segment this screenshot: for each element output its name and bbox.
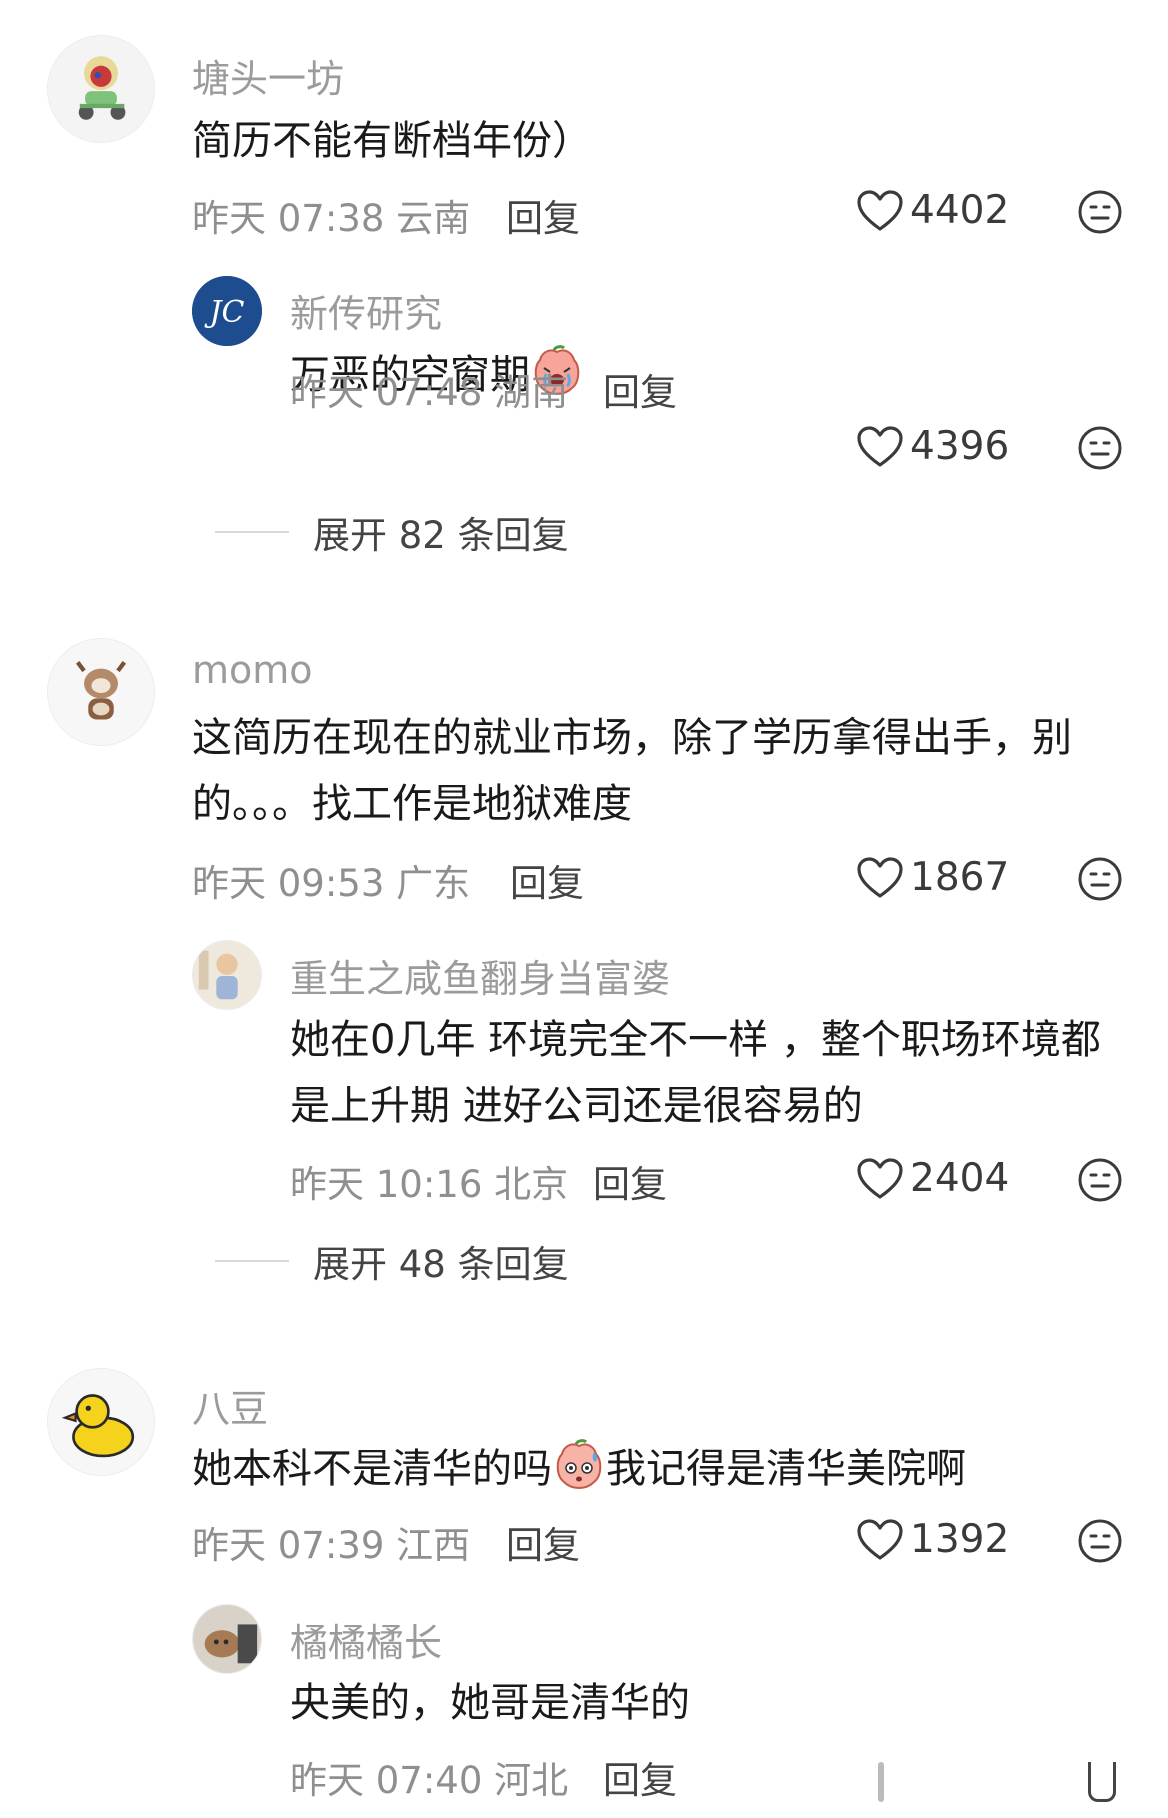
expand-replies-button[interactable]: 展开 82 条回复 [215,505,569,559]
comment-text: 她本科不是清华的吗 我记得是清华美院啊 [192,1436,1132,1502]
username[interactable]: 重生之咸鱼翻身当富婆 [290,948,670,1003]
like-button[interactable]: 1392 [856,1517,1009,1562]
comment-meta: 昨天 07:40 河北 [290,1750,568,1804]
heart-outline-icon [857,425,903,467]
scooter-avatar-icon [48,36,154,142]
comment-meta: 昨天 07:38 云南 [192,188,470,242]
sweating-peach-emoji-icon [556,1439,602,1489]
comment-time: 昨天 10:16 [290,1163,483,1206]
expand-replies-button[interactable]: 展开 48 条回复 [215,1234,569,1288]
neutral-face-icon[interactable] [1076,424,1124,472]
neutral-face-icon[interactable] [1076,1156,1124,1204]
like-count: 4396 [910,424,1010,469]
partially-hidden-actions [870,1760,1130,1806]
reply-button[interactable]: 回复 [506,188,580,242]
divider [215,1260,289,1262]
comment-time: 昨天 09:53 [192,862,385,905]
heart-outline-icon [857,1518,903,1560]
expand-replies-label: 展开 48 条回复 [313,1243,569,1286]
svg-text:JC: JC [204,295,245,330]
like-count: 4402 [910,188,1010,233]
username[interactable]: 塘头一坊 [192,48,344,103]
comment-meta: 昨天 07:48 湖南 [290,362,568,416]
comment-location: 广东 [396,862,471,905]
username[interactable]: 橘橘橘长 [290,1612,442,1667]
username[interactable]: momo [192,648,313,692]
reply-button[interactable]: 回复 [510,853,584,907]
comment-time: 昨天 07:38 [192,197,385,240]
comment-location: 云南 [396,197,471,240]
doll-photo-avatar-icon [193,941,261,1009]
like-count: 2404 [910,1156,1010,1201]
comment-time: 昨天 07:48 [290,371,483,414]
reply-button[interactable]: 回复 [603,362,677,416]
avatar[interactable] [192,940,262,1010]
heart-outline-icon [857,856,903,898]
comment-text: 简历不能有断档年份） [192,118,592,164]
avatar[interactable] [47,638,155,746]
reply-button[interactable]: 回复 [506,1515,580,1569]
divider [215,531,289,533]
comment-location: 湖南 [494,371,569,414]
scroll-indicator [1088,1762,1116,1802]
comment-meta: 昨天 07:39 江西 [192,1515,470,1569]
comment-time: 昨天 07:39 [192,1524,385,1567]
neutral-face-icon[interactable] [1076,188,1124,236]
username[interactable]: 新传研究 [290,283,442,338]
comment-meta: 昨天 09:53 广东 [192,853,470,907]
plush-toy-avatar-icon [48,639,154,745]
scroll-indicator [878,1762,884,1802]
heart-outline-icon [857,1157,903,1199]
comment-text: 她在0几年 环境完全不一样 ，整个职场环境都是上升期 进好公司还是很容易的 [290,1017,1101,1129]
like-button[interactable]: 2404 [856,1156,1009,1201]
avatar[interactable] [192,1604,262,1674]
reply-button[interactable]: 回复 [603,1750,677,1804]
comment-text: 央美的，她哥是清华的 [290,1680,690,1726]
comment-location: 江西 [396,1524,471,1567]
like-button[interactable]: 4396 [856,424,1009,469]
comment-time: 昨天 07:40 [290,1759,483,1802]
expand-replies-label: 展开 82 条回复 [313,514,569,557]
like-button[interactable]: 1867 [856,855,1009,900]
comment-meta: 昨天 10:16 北京 [290,1154,568,1208]
heart-outline-icon [857,189,903,231]
jc-logo-avatar-icon: JC [192,276,262,346]
reply-button[interactable]: 回复 [593,1154,667,1208]
comment-text: 这简历在现在的就业市场，除了学历拿得出手，别的。。。找工作是地狱难度 [192,715,1072,827]
like-button[interactable]: 4402 [856,188,1009,233]
avatar[interactable] [47,1368,155,1476]
comment-location: 北京 [494,1163,569,1206]
pet-photo-avatar-icon [193,1605,261,1673]
username[interactable]: 八豆 [192,1378,268,1433]
avatar[interactable]: JC [192,276,262,346]
like-count: 1392 [910,1517,1010,1562]
neutral-face-icon[interactable] [1076,855,1124,903]
comment-location: 河北 [494,1759,569,1802]
neutral-face-icon[interactable] [1076,1517,1124,1565]
like-count: 1867 [910,855,1010,900]
avatar[interactable] [47,35,155,143]
yellow-duck-avatar-icon [48,1369,154,1475]
